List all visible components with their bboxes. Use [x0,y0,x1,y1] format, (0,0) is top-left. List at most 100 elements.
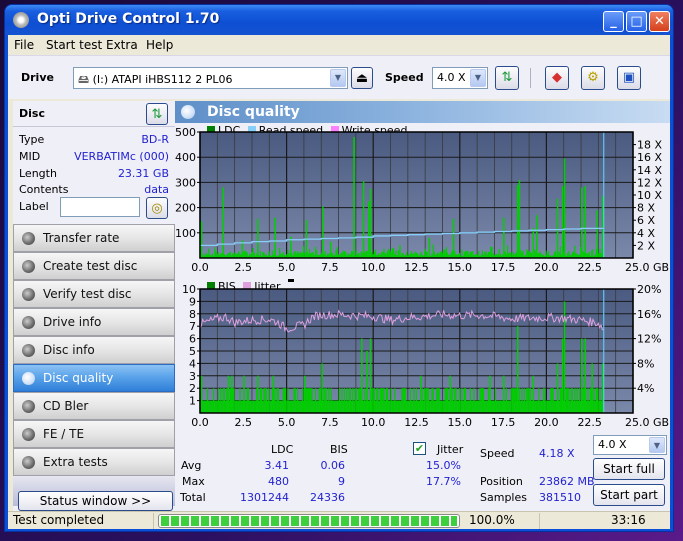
bis-bar [348,388,350,413]
jitter-label: Jitter [437,443,464,456]
ldc-bar [351,250,353,258]
nav-label: Create test disc [43,259,138,273]
label-input[interactable] [60,197,140,217]
ldc-bar [371,251,373,258]
status-window-button[interactable]: Status window >> [18,491,173,511]
menu-file[interactable]: File [14,38,34,52]
nav-transfer-rate[interactable]: Transfer rate [13,224,175,252]
menu-extra[interactable]: Extra [106,38,138,52]
chevron-down-icon[interactable]: ▼ [330,69,346,87]
ldc-bar [238,251,240,258]
bis-bar [299,400,301,413]
ldc-spike [200,221,203,258]
bis-bar [313,400,315,413]
title-bar[interactable]: Opti Drive Control 1.70 _ □ ✕ [5,5,673,35]
eject-button[interactable]: ⏏ [351,67,373,89]
bis-bar [456,400,458,413]
start-full-button[interactable]: Start full [593,458,665,480]
bis-bar [549,400,551,413]
bis-bar [393,400,395,413]
bis-bar [217,388,219,413]
nav-create-test-disc[interactable]: Create test disc [13,252,175,280]
chevron-down-icon[interactable]: ▼ [470,69,486,87]
test-speed-select[interactable]: 4.0 X ▼ [593,435,667,455]
erase-button[interactable]: ◆ [545,66,569,90]
bis-bar [570,388,572,413]
y-tick-label-right: 20% [637,283,661,296]
col-header-ldc: LDC [271,443,294,456]
bis-spike [419,375,422,413]
bis-bar [510,388,512,413]
bis-bar [334,400,336,413]
ldc-bar [391,248,393,258]
bis-bar [403,388,405,413]
ldc-spike [369,188,372,258]
ldc-bar [491,246,493,258]
nav-extra-tests[interactable]: Extra tests [13,448,175,476]
maximize-button[interactable]: □ [626,11,647,32]
x-tick-label: 20.0 [534,416,559,429]
disc-quality-panel: Disc quality LDC Read speed Write speed … [175,101,670,511]
ldc-bar [469,251,471,258]
nav-fe-te[interactable]: FE / TE [13,420,175,448]
bis-spike [601,363,604,413]
y-tick-label-left: 1 [189,395,196,408]
disc-refresh-button[interactable]: ⇅ [146,103,168,125]
start-part-button[interactable]: Start part [593,484,665,506]
y-tick-label-right: 2 X [637,239,655,252]
menu-start-test[interactable]: Start test [46,38,102,52]
bis-bar [285,388,287,413]
nav-disc-quality[interactable]: Disc quality [13,364,175,392]
bis-bar [279,400,281,413]
settings-button[interactable]: ⚙ [581,66,605,90]
bis-bar [353,400,355,413]
ldc-bar [443,249,445,258]
menu-help[interactable]: Help [146,38,173,52]
bis-spike [581,338,583,413]
bis-bar [461,388,463,413]
ldc-bar [415,252,417,258]
bis-bar [343,388,345,413]
bis-bar [540,400,542,413]
bis-bar [429,400,431,413]
ldc-bar [373,251,375,258]
speed-select[interactable]: 4.0 X ▼ [432,67,488,89]
drive-select[interactable]: 🖴 (I:) ATAPI iHBS112 2 PL06 ▼ [73,67,348,89]
ldc-bar [252,247,254,258]
minimize-button[interactable]: _ [603,11,624,32]
bis-bar [307,388,309,413]
ldc-bar [571,252,573,258]
bis-bar [396,400,398,413]
chevron-down-icon[interactable]: ▼ [649,437,665,453]
close-button[interactable]: ✕ [649,11,670,32]
bis-bar [382,388,384,413]
bis-bar [351,400,353,413]
bis-bar [312,400,314,413]
bis-bar [293,388,295,413]
jitter-checkbox[interactable]: ✔ [413,442,426,455]
ldc-bar [300,252,302,258]
nav-verify-test-disc[interactable]: Verify test disc [13,280,175,308]
ldc-bar [251,251,253,258]
ldc-bar [365,250,367,258]
bis-bar [559,388,561,413]
bis-spike [584,338,587,413]
ldc-bar [463,252,465,258]
nav-drive-info[interactable]: Drive info [13,308,175,336]
ldc-bar [484,252,486,258]
ldc-bar [461,249,463,258]
nav-cd-bler[interactable]: CD Bler [13,392,175,420]
total-bis: 24336 [310,491,345,504]
x-tick-label: 10.0 [361,416,386,429]
ldc-spike [536,215,538,258]
bis-bar [306,388,308,413]
ldc-bar [262,252,264,258]
bis-bar [395,400,397,413]
ldc-bar [447,252,449,258]
nav-disc-info[interactable]: Disc info [13,336,175,364]
bis-bar [327,400,329,413]
ldc-bar [342,250,344,258]
label-disc-button[interactable]: ◎ [146,197,168,219]
refresh-button[interactable]: ⇅ [495,66,519,90]
save-button[interactable]: ▣ [617,66,641,90]
